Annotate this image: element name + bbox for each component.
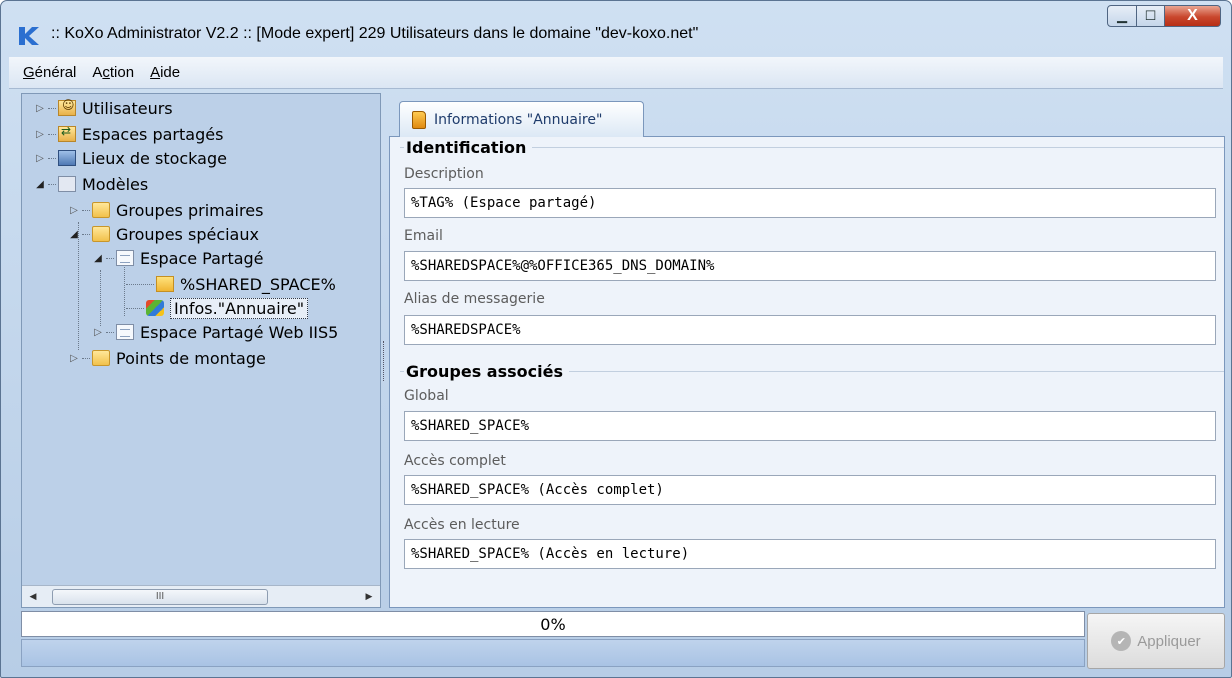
- tree-item-label: Espace Partagé Web IIS5: [140, 322, 339, 342]
- tab-informations-annuaire[interactable]: Informations "Annuaire": [399, 101, 644, 137]
- title-bar[interactable]: :: KoXo Administrator V2.2 :: [Mode expe…: [1, 1, 1231, 57]
- horizontal-scrollbar[interactable]: ◀ III ▶: [22, 585, 380, 607]
- tree-item-groupes-speciaux[interactable]: ◢ Groupes spéciaux: [68, 222, 259, 246]
- tab-label: Informations "Annuaire": [434, 111, 603, 128]
- bottom-bar: 0%: [21, 611, 1085, 669]
- status-bar: [21, 639, 1085, 667]
- full-access-label: Accès complet: [404, 453, 506, 469]
- tree-guide-line: [100, 270, 101, 326]
- maximize-icon: ☐: [1144, 8, 1157, 23]
- document-icon: [116, 250, 134, 266]
- menu-action[interactable]: Action: [92, 64, 134, 81]
- folder-icon: [156, 276, 174, 292]
- scrollbar-track[interactable]: III: [44, 588, 358, 605]
- section-title: Identification: [404, 138, 533, 157]
- tree-item-label: Modèles: [82, 174, 149, 194]
- tree-item-points-montage[interactable]: ▷ Points de montage: [68, 346, 266, 370]
- koxo-logo-icon: [19, 27, 39, 45]
- expand-arrow-icon[interactable]: ▷: [34, 129, 46, 140]
- app-window: :: KoXo Administrator V2.2 :: [Mode expe…: [0, 0, 1232, 678]
- identification-section: Identification Description Email Alias d…: [400, 138, 1224, 353]
- progress-text: 0%: [540, 614, 566, 634]
- window-controls: ▁ ☐ X: [1107, 5, 1221, 27]
- close-icon: X: [1187, 7, 1198, 24]
- tree-item-utilisateurs[interactable]: ▷ Utilisateurs: [34, 96, 173, 120]
- collapse-arrow-icon[interactable]: ◢: [68, 229, 80, 240]
- tab-panel: Identification Description Email Alias d…: [389, 136, 1225, 608]
- collapse-arrow-icon[interactable]: ◢: [92, 253, 104, 264]
- description-label: Description: [404, 166, 484, 182]
- apply-button[interactable]: ✔ Appliquer: [1087, 613, 1225, 669]
- collapse-arrow-icon[interactable]: ◢: [34, 179, 46, 190]
- expand-arrow-icon[interactable]: ▷: [92, 327, 104, 338]
- tree-item-shared-space[interactable]: %SHARED_SPACE%: [124, 272, 336, 296]
- tree-item-label: Espace Partagé: [140, 248, 264, 268]
- folder-icon: [92, 350, 110, 366]
- full-access-input[interactable]: [404, 475, 1216, 505]
- tree-item-modeles[interactable]: ◢ Modèles: [34, 172, 148, 196]
- expand-arrow-icon[interactable]: ▷: [34, 153, 46, 164]
- menu-bar: Général Action Aide: [9, 57, 1223, 89]
- pane-splitter[interactable]: [383, 341, 386, 381]
- tree-item-lieux-stockage[interactable]: ▷ Lieux de stockage: [34, 146, 227, 170]
- tree-item-label: Groupes spéciaux: [116, 224, 259, 244]
- storage-icon: [58, 150, 76, 166]
- read-access-input[interactable]: [404, 539, 1216, 569]
- close-button[interactable]: X: [1165, 5, 1221, 27]
- tree-pane[interactable]: ▷ Utilisateurs ▷ Espaces partagés ▷ Lieu…: [21, 93, 381, 608]
- expand-arrow-icon[interactable]: ▷: [68, 205, 80, 216]
- section-title: Groupes associés: [404, 362, 569, 381]
- apply-button-label: Appliquer: [1137, 632, 1201, 650]
- alias-label: Alias de messagerie: [404, 291, 545, 307]
- tree-item-groupes-primaires[interactable]: ▷ Groupes primaires: [68, 198, 263, 222]
- book-icon: [412, 110, 426, 129]
- expand-arrow-icon[interactable]: ▷: [34, 103, 46, 114]
- tree-item-espaces-partages[interactable]: ▷ Espaces partagés: [34, 122, 223, 146]
- shared-folder-icon: [58, 124, 76, 142]
- tree-item-espace-partage[interactable]: ◢ Espace Partagé: [92, 246, 264, 270]
- window-title: :: KoXo Administrator V2.2 :: [Mode expe…: [51, 25, 699, 42]
- menu-aide[interactable]: Aide: [150, 64, 180, 81]
- tree-item-label: %SHARED_SPACE%: [180, 274, 336, 294]
- description-input[interactable]: [404, 188, 1216, 218]
- tree-item-label: Espaces partagés: [82, 124, 224, 144]
- windows-icon: [146, 300, 164, 316]
- tree-item-label-selected: Infos."Annuaire": [170, 297, 309, 319]
- tree-item-label: Groupes primaires: [116, 200, 264, 220]
- document-icon: [116, 324, 134, 340]
- alias-input[interactable]: [404, 315, 1216, 345]
- scroll-left-icon[interactable]: ◀: [22, 591, 44, 602]
- folder-icon: [92, 202, 110, 218]
- expand-arrow-icon[interactable]: ▷: [68, 353, 80, 364]
- minimize-icon: ▁: [1117, 8, 1127, 23]
- tree-item-infos-annuaire[interactable]: Infos."Annuaire": [124, 296, 309, 320]
- tree-item-label: Points de montage: [116, 348, 266, 368]
- apply-icon: ✔: [1111, 631, 1132, 651]
- tree-item-label: Lieux de stockage: [82, 148, 227, 168]
- maximize-button[interactable]: ☐: [1137, 5, 1165, 27]
- progress-bar: 0%: [21, 611, 1085, 637]
- minimize-button[interactable]: ▁: [1107, 5, 1137, 27]
- tree-item-label: Utilisateurs: [82, 98, 173, 118]
- tree-view: ▷ Utilisateurs ▷ Espaces partagés ▷ Lieu…: [22, 94, 380, 585]
- global-label: Global: [404, 388, 449, 404]
- scrollbar-thumb[interactable]: III: [52, 588, 268, 605]
- read-access-label: Accès en lecture: [404, 517, 520, 533]
- details-pane: Informations "Annuaire" Identification D…: [389, 93, 1225, 608]
- email-input[interactable]: [404, 251, 1216, 281]
- groups-section: Groupes associés Global Accès complet Ac…: [400, 362, 1224, 581]
- models-icon: [58, 176, 76, 192]
- users-folder-icon: [58, 98, 76, 116]
- tree-item-espace-partage-web[interactable]: ▷ Espace Partagé Web IIS5: [92, 320, 338, 344]
- scroll-right-icon[interactable]: ▶: [358, 591, 380, 602]
- global-input[interactable]: [404, 411, 1216, 441]
- folder-icon: [92, 226, 110, 242]
- email-label: Email: [404, 228, 443, 244]
- menu-general[interactable]: Général: [23, 64, 76, 81]
